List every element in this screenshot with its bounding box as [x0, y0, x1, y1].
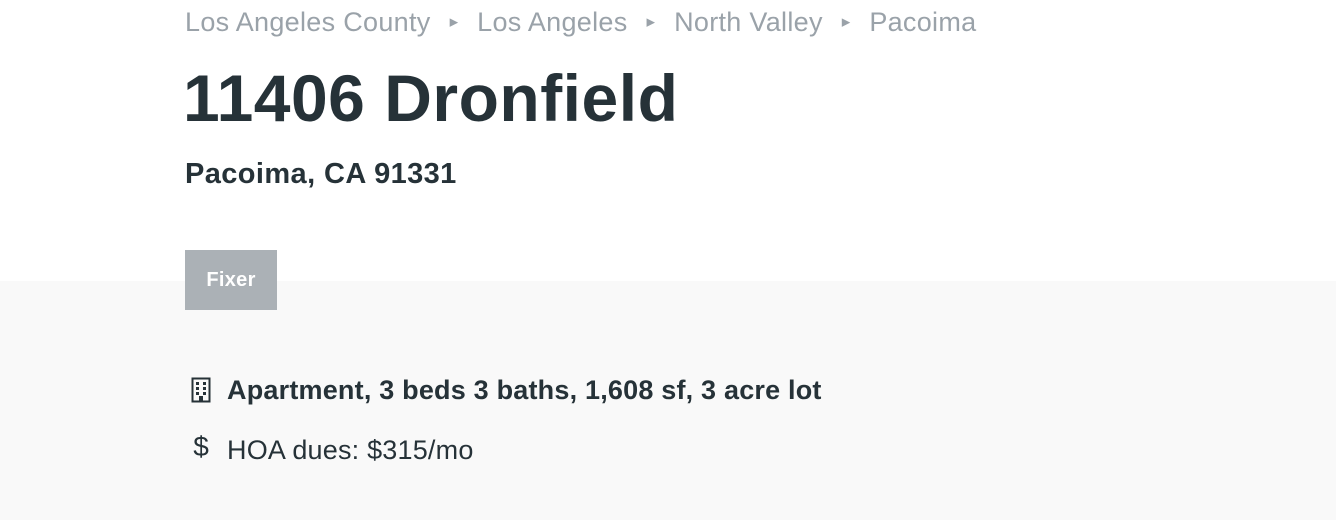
page-title: 11406 Dronfield	[183, 61, 679, 135]
breadcrumb-separator-icon: ▸	[841, 12, 851, 31]
property-summary: Apartment, 3 beds 3 baths, 1,608 sf, 3 a…	[189, 370, 822, 410]
breadcrumb-item-region[interactable]: North Valley	[674, 7, 823, 38]
breadcrumb-item-neighborhood[interactable]: Pacoima	[869, 7, 976, 38]
dollar-icon: $	[193, 431, 209, 462]
hoa-dues: $ HOA dues: $315/mo	[189, 430, 474, 470]
breadcrumb-separator-icon: ▸	[449, 12, 459, 31]
breadcrumb: Los Angeles County ▸ Los Angeles ▸ North…	[185, 4, 976, 40]
listing-page: Los Angeles County ▸ Los Angeles ▸ North…	[0, 0, 1336, 520]
breadcrumb-separator-icon: ▸	[646, 12, 656, 31]
hoa-dues-text: HOA dues: $315/mo	[227, 434, 474, 465]
building-icon	[189, 376, 213, 404]
listing-address: Pacoima, CA 91331	[185, 158, 457, 190]
breadcrumb-item-county[interactable]: Los Angeles County	[185, 7, 431, 38]
status-badge: Fixer	[185, 250, 277, 310]
property-summary-text: Apartment, 3 beds 3 baths, 1,608 sf, 3 a…	[227, 374, 822, 405]
header-section	[0, 0, 1336, 281]
breadcrumb-item-city[interactable]: Los Angeles	[477, 7, 627, 38]
